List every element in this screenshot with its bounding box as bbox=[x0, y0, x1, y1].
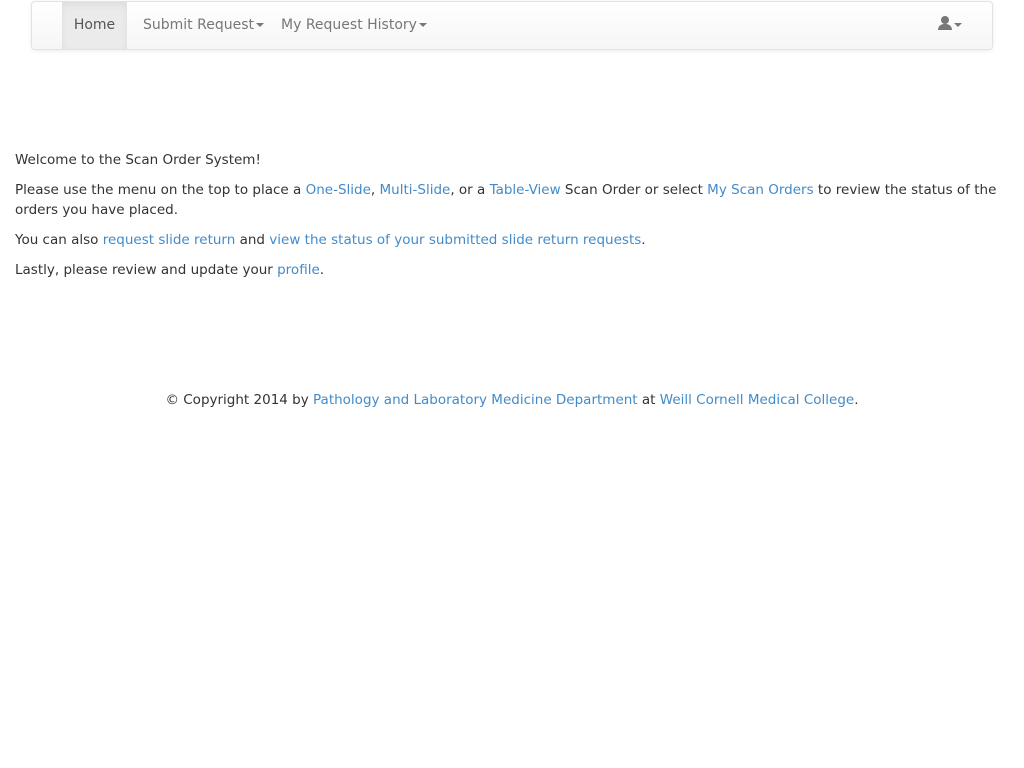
table-view-link[interactable]: Table-View bbox=[490, 182, 561, 198]
view-return-requests-link[interactable]: view the status of your submitted slide … bbox=[269, 232, 641, 248]
footer: © Copyright 2014 by Pathology and Labora… bbox=[165, 392, 859, 408]
copyright-text: © Copyright 2014 by bbox=[165, 392, 314, 408]
college-link[interactable]: Weill Cornell Medical College bbox=[660, 392, 854, 408]
department-link[interactable]: Pathology and Laboratory Medicine Depart… bbox=[313, 392, 638, 408]
user-menu-dropdown[interactable] bbox=[938, 2, 968, 49]
instructions-paragraph: Please use the menu on the top to place … bbox=[15, 182, 997, 218]
one-slide-link[interactable]: One-Slide bbox=[306, 182, 371, 198]
profile-paragraph: Lastly, please review and update your pr… bbox=[15, 262, 325, 278]
multi-slide-link[interactable]: Multi-Slide bbox=[380, 182, 451, 198]
nav-submit-request-label: Submit Request bbox=[143, 17, 254, 33]
nav-home-label: Home bbox=[73, 17, 116, 33]
caret-down-icon bbox=[255, 23, 264, 27]
request-slide-return-link[interactable]: request slide return bbox=[103, 232, 236, 248]
instructions-text: Please use the menu on the top to place … bbox=[15, 182, 306, 198]
profile-link[interactable]: profile bbox=[277, 262, 320, 278]
caret-down-icon bbox=[418, 23, 427, 27]
nav-home[interactable]: Home bbox=[62, 2, 127, 49]
nav-request-history-dropdown[interactable]: My Request History bbox=[281, 2, 427, 49]
my-scan-orders-link[interactable]: My Scan Orders bbox=[707, 182, 813, 198]
welcome-text: Welcome to the Scan Order System! bbox=[15, 152, 261, 168]
user-icon bbox=[938, 16, 952, 30]
nav-request-history-label: My Request History bbox=[281, 17, 417, 33]
top-navbar: Home Submit Request My Request History bbox=[31, 1, 993, 50]
slide-return-paragraph: You can also request slide return and vi… bbox=[15, 232, 646, 248]
nav-submit-request-dropdown[interactable]: Submit Request bbox=[143, 2, 264, 49]
main-content: Welcome to the Scan Order System! Please… bbox=[15, 150, 1010, 290]
caret-down-icon bbox=[954, 23, 962, 27]
